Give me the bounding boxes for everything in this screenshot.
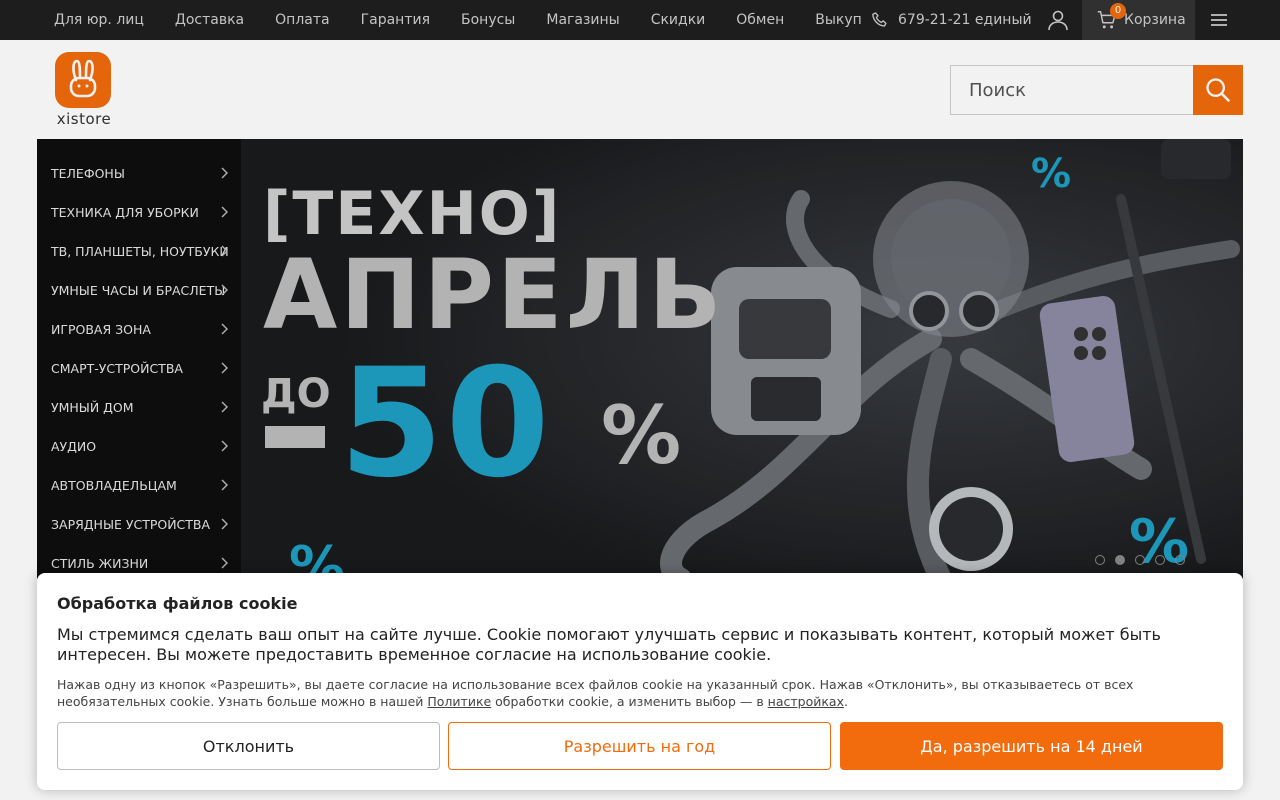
allow-14-days-button[interactable]: Да, разрешить на 14 дней xyxy=(840,722,1223,770)
cookie-title: Обработка файлов cookie xyxy=(57,594,298,613)
cookie-text: Мы стремимся сделать ваш опыт на сайте л… xyxy=(57,625,1161,664)
cookie-note-text: . xyxy=(843,694,848,709)
decline-button[interactable]: Отклонить xyxy=(57,722,440,770)
allow-year-button[interactable]: Разрешить на год xyxy=(448,722,831,770)
cookie-note: Нажав одну из кнопок «Разрешить», вы дае… xyxy=(57,676,1217,710)
cookie-note-text: обработки cookie, а изменить выбор — в xyxy=(491,694,768,709)
policy-link[interactable]: Политике xyxy=(427,694,491,709)
settings-link[interactable]: настройках xyxy=(768,694,844,709)
cookie-dialog: Обработка файлов cookie Мы стремимся сде… xyxy=(37,573,1243,790)
